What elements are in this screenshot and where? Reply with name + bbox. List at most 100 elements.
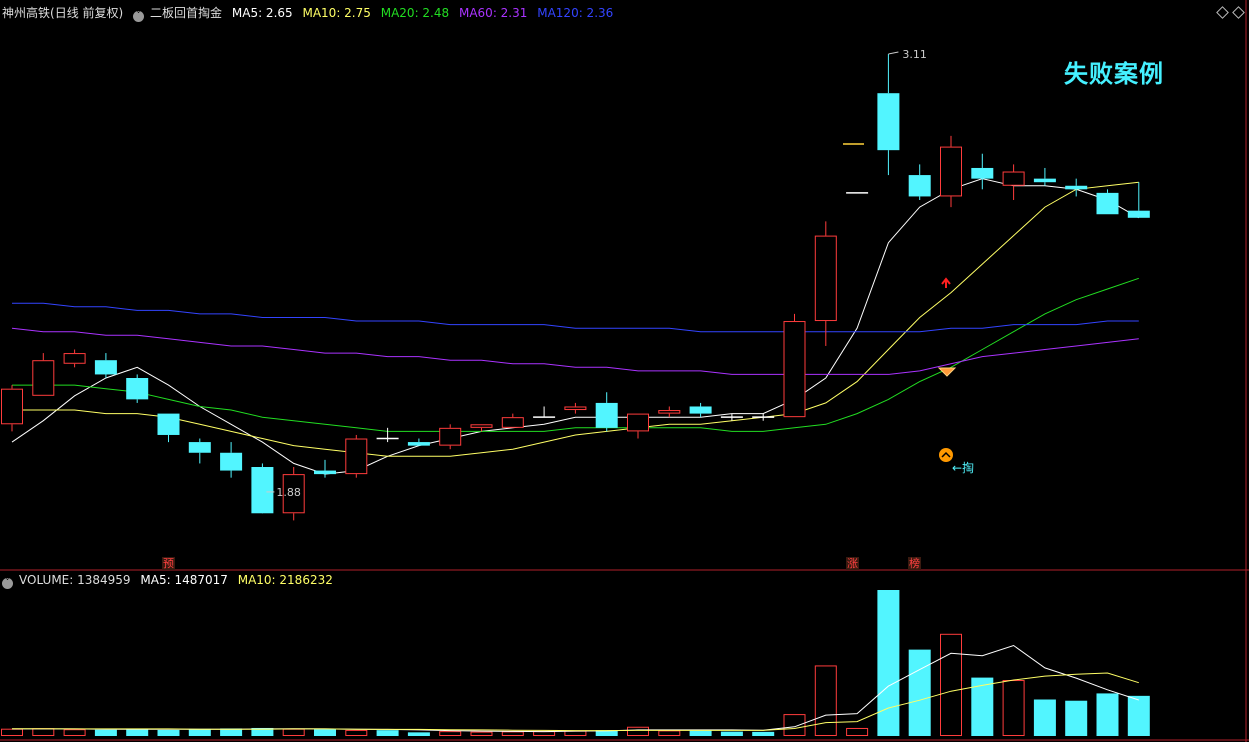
candle-body xyxy=(32,360,55,396)
volume-bar xyxy=(376,730,399,736)
volume-bar xyxy=(1033,699,1056,736)
volume-bar xyxy=(188,728,211,736)
candle-body xyxy=(439,427,462,446)
candle-body xyxy=(940,146,962,197)
candle-body xyxy=(564,406,587,411)
ma20-label: MA20: 2.48 xyxy=(380,6,450,20)
candle xyxy=(407,438,430,446)
tao-label: ←掏 xyxy=(952,460,974,475)
volume-bar xyxy=(314,729,336,736)
candle xyxy=(814,221,837,346)
ma-line-ma120 xyxy=(12,302,1139,333)
candle-body xyxy=(63,353,86,364)
tao-signal-icon xyxy=(939,448,953,462)
candle xyxy=(1002,164,1025,200)
candle-body xyxy=(407,442,430,446)
candle xyxy=(63,349,86,368)
candle xyxy=(689,402,712,418)
volume-bar xyxy=(157,729,180,736)
candle xyxy=(126,374,149,403)
candle-body xyxy=(345,438,368,475)
candle-body xyxy=(783,321,806,418)
volume-bar xyxy=(407,732,430,736)
volume-bar xyxy=(940,633,962,736)
candle xyxy=(439,424,462,450)
candle-body xyxy=(157,413,180,435)
candle xyxy=(157,413,180,443)
candle xyxy=(251,463,274,514)
candle xyxy=(877,54,900,176)
candle xyxy=(345,434,368,478)
candle xyxy=(1033,167,1056,186)
volume-bar xyxy=(1096,693,1119,736)
candle-body xyxy=(658,410,681,414)
candle-body xyxy=(188,442,211,453)
chart-frame: 3.11 1.88 ←掏 神州高铁(日线 前复权) ˅ 二板回首掏金 MA5: 2.6… xyxy=(0,0,1249,742)
volume-ma5-label: MA5: 1487017 xyxy=(140,573,228,587)
volume-ma10-line xyxy=(12,672,1139,732)
candle xyxy=(1,385,23,432)
price-chart-header: 神州高铁(日线 前复权) ˅ 二板回首掏金 MA5: 2.65 MA10: 2.7… xyxy=(2,4,619,22)
tag-zhang[interactable]: 涨 xyxy=(846,557,859,570)
candle xyxy=(783,313,806,418)
candle xyxy=(752,413,775,421)
volume-bar xyxy=(345,729,368,737)
candle xyxy=(188,438,211,464)
tag-yu[interactable]: 预 xyxy=(162,557,175,570)
high-leader xyxy=(888,51,899,55)
candle-body xyxy=(251,467,274,514)
low-price-label: 1.88 xyxy=(276,486,301,499)
ma5-label: MA5: 2.65 xyxy=(231,6,293,20)
volume-bar xyxy=(126,729,149,736)
ma-line-ma5 xyxy=(11,178,1140,475)
candle xyxy=(533,406,556,418)
candle xyxy=(314,459,336,478)
candle xyxy=(220,442,243,478)
volume-label: VOLUME: 1384959 xyxy=(19,573,131,587)
volume-bar xyxy=(658,730,681,736)
candle-body xyxy=(1033,178,1056,183)
candle-body xyxy=(501,417,524,428)
volume-bar xyxy=(720,731,743,736)
volume-bar xyxy=(877,590,900,736)
volume-bar xyxy=(627,726,649,737)
candle xyxy=(908,164,931,200)
volume-header: ˅ VOLUME: 1384959 MA5: 1487017 MA10: 2186… xyxy=(2,572,339,589)
candle xyxy=(1127,182,1150,218)
failure-case-stamp: 失败案例 xyxy=(1064,60,1164,88)
red-up-arrow-icon xyxy=(941,277,951,288)
volume-bar xyxy=(814,665,837,737)
ma-line-ma10 xyxy=(12,181,1139,457)
period-label[interactable]: (日线 前复权) xyxy=(50,6,123,20)
volume-bar xyxy=(1065,700,1088,736)
volume-bar xyxy=(908,649,931,736)
candle-body xyxy=(689,406,712,414)
candle-body xyxy=(814,235,837,322)
candle-body xyxy=(220,452,243,471)
candle-body xyxy=(877,93,900,151)
candle-body xyxy=(314,470,336,475)
candle-body xyxy=(94,360,117,375)
tag-bang[interactable]: 榜 xyxy=(908,557,921,570)
candle xyxy=(971,153,994,190)
volume-bar xyxy=(564,730,587,737)
chevron-down-icon[interactable]: ˅ xyxy=(133,11,145,22)
stock-name[interactable]: 神州高铁 xyxy=(2,6,50,20)
candle-body xyxy=(595,402,618,428)
volume-bar xyxy=(32,728,55,736)
volume-bar xyxy=(501,731,524,736)
candle xyxy=(376,427,399,443)
candle-body xyxy=(627,413,649,432)
kline-chart: 3.11 1.88 ←掏 xyxy=(0,0,1249,742)
candle xyxy=(627,413,649,439)
ma10-label: MA10: 2.75 xyxy=(302,6,371,20)
candle xyxy=(501,413,524,428)
chevron-down-icon[interactable]: ˅ xyxy=(2,578,13,589)
candle xyxy=(94,353,117,378)
candle-body xyxy=(1002,171,1025,186)
volume-bar xyxy=(470,731,493,736)
volume-ma10-label: MA10: 2186232 xyxy=(237,573,333,587)
candle xyxy=(1096,189,1119,215)
formula-name[interactable]: 二板回首掏金 xyxy=(150,6,222,20)
candle-body xyxy=(126,378,149,400)
